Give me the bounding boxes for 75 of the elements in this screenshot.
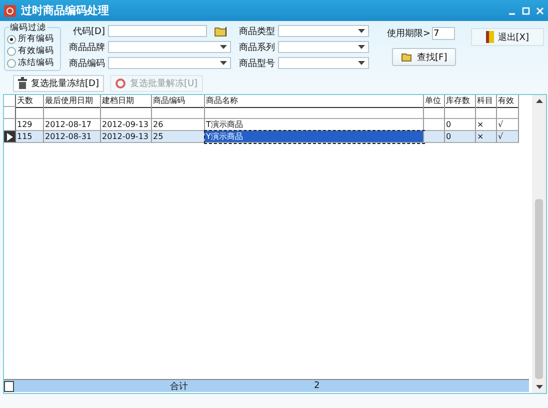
folder-icon — [401, 52, 413, 62]
column-header[interactable]: 商品编码 — [152, 95, 205, 108]
door-icon — [486, 31, 494, 43]
table-cell: 25 — [152, 131, 205, 143]
window-title: 过时商品编码处理 — [21, 3, 109, 18]
field-label: 商品类型 — [239, 26, 275, 38]
dropdown-field[interactable] — [108, 57, 231, 69]
field-label: 商品型号 — [239, 58, 275, 70]
dropdown-field[interactable] — [108, 41, 231, 53]
filter-cell[interactable] — [476, 107, 497, 119]
scroll-down-icon[interactable] — [536, 385, 542, 389]
table-cell: 115 — [16, 131, 44, 143]
trash-icon — [18, 77, 27, 89]
caret-icon[interactable] — [358, 29, 365, 33]
total-count: 2 — [314, 381, 320, 391]
column-header[interactable]: 最后使用日期 — [44, 95, 101, 108]
row-marker — [4, 107, 16, 119]
column-header[interactable]: 建档日期 — [101, 95, 152, 108]
filter-cell[interactable] — [445, 107, 476, 119]
radio-label[interactable]: 所有编码 — [18, 33, 54, 45]
pointer-icon — [6, 132, 12, 140]
caret-icon[interactable] — [358, 61, 365, 65]
table-cell: 2012-08-31 — [44, 131, 101, 143]
code-field[interactable] — [108, 25, 207, 37]
filter-cell[interactable] — [497, 107, 519, 119]
row-marker[interactable] — [4, 131, 16, 143]
field-label: 代码[D] — [72, 26, 105, 38]
app-icon — [4, 4, 16, 16]
folder-icon[interactable] — [214, 26, 228, 36]
total-label: 合计 — [170, 380, 188, 392]
radio-button[interactable] — [7, 46, 16, 56]
usage-limit-label: 使用期限> — [387, 28, 431, 40]
table-cell: × — [476, 131, 497, 143]
column-header[interactable]: 有效 — [497, 95, 519, 108]
radio-button[interactable] — [7, 34, 16, 44]
filter-cell[interactable] — [424, 107, 445, 119]
dropdown-field[interactable] — [278, 41, 369, 53]
table-cell: √ — [497, 131, 519, 143]
toolbar-button[interactable]: 复选批量冻结[D] — [13, 74, 104, 92]
radio-button[interactable] — [7, 58, 16, 68]
table-cell — [424, 131, 445, 143]
ring-icon — [114, 78, 126, 88]
row-marker — [4, 95, 16, 107]
caret-icon[interactable] — [220, 45, 227, 49]
column-header[interactable]: 商品名称 — [205, 95, 424, 108]
scrollbar[interactable] — [532, 95, 546, 393]
field-label: 商品品牌 — [69, 42, 105, 54]
close-icon[interactable] — [536, 6, 544, 14]
dropdown-field[interactable] — [278, 57, 369, 69]
column-header[interactable]: 单位 — [424, 95, 445, 108]
filter-cell[interactable] — [44, 107, 101, 119]
column-header[interactable]: 天数 — [16, 95, 44, 108]
group-title: 编码过滤 — [9, 22, 47, 34]
filter-cell[interactable] — [205, 107, 424, 119]
table-cell: 0 — [445, 131, 476, 143]
column-header[interactable]: 库存数 — [445, 95, 476, 108]
caret-icon[interactable] — [220, 61, 227, 65]
filter-cell[interactable] — [101, 107, 152, 119]
table-cell: 2012-09-13 — [101, 131, 152, 143]
usage-limit-field[interactable]: 7 — [432, 27, 455, 40]
table-cell: Y演示商品 — [205, 131, 424, 143]
maximize-icon[interactable] — [522, 6, 530, 14]
caret-icon[interactable] — [358, 45, 365, 49]
column-header[interactable]: 科目 — [476, 95, 497, 108]
dropdown-field[interactable] — [278, 25, 369, 37]
search-button[interactable]: 查找[F] — [392, 48, 456, 66]
filter-cell[interactable] — [16, 107, 44, 119]
filter-cell[interactable] — [152, 107, 205, 119]
radio-label[interactable]: 有效编码 — [18, 45, 54, 57]
field-label: 商品系列 — [239, 42, 275, 54]
scroll-up-icon[interactable] — [536, 99, 542, 103]
radio-label[interactable]: 冻结编码 — [18, 57, 54, 69]
scroll-thumb[interactable] — [535, 199, 543, 379]
field-label: 商品编码 — [69, 58, 105, 70]
exit-button[interactable]: 退出[X] — [470, 28, 544, 46]
